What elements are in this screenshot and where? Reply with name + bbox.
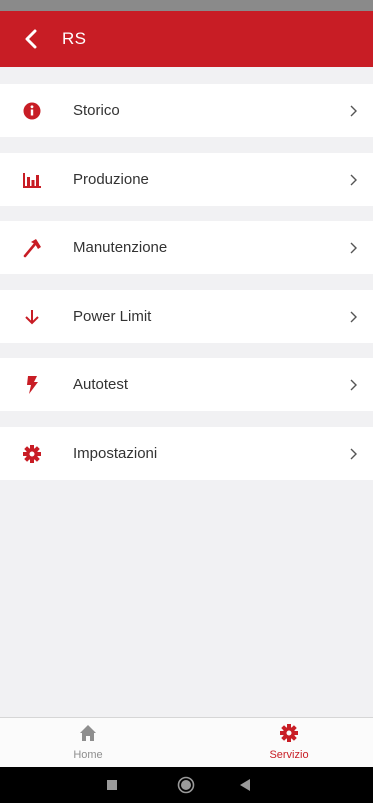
- menu-item-impostazioni[interactable]: Impostazioni: [0, 427, 373, 480]
- menu-item-label: Manutenzione: [73, 239, 168, 256]
- app-header: RS: [0, 11, 373, 67]
- lightning-icon: [22, 375, 42, 395]
- menu-item-label: Impostazioni: [73, 445, 158, 462]
- menu-item-label: Produzione: [73, 171, 149, 188]
- menu-item-label: Autotest: [73, 376, 129, 393]
- menu-item-label: Storico: [73, 102, 120, 119]
- chevron-right-icon: [349, 378, 359, 392]
- nav-servizio[interactable]: Servizio: [229, 718, 349, 768]
- chevron-right-icon: [349, 447, 359, 461]
- nav-home[interactable]: Home: [28, 718, 148, 768]
- arrow-down-icon: [22, 307, 42, 327]
- nav-servizio-label: Servizio: [269, 749, 309, 761]
- square-icon: [107, 780, 117, 790]
- status-bar: [0, 0, 373, 11]
- menu-item-storico[interactable]: Storico: [0, 84, 373, 137]
- info-circle-icon: [22, 101, 42, 121]
- gear-icon: [22, 444, 42, 464]
- home-icon: [80, 725, 96, 741]
- triangle-back-icon: [240, 779, 250, 791]
- back-system-button[interactable]: [236, 776, 254, 794]
- system-navigation-bar: [0, 767, 373, 803]
- home-system-button[interactable]: [177, 776, 195, 794]
- page-title: RS: [62, 29, 87, 48]
- chevron-left-icon: [25, 29, 37, 49]
- bar-chart-icon: [22, 170, 42, 190]
- menu-item-manutenzione[interactable]: Manutenzione: [0, 221, 373, 274]
- gear-icon: [280, 724, 298, 742]
- back-button[interactable]: [0, 11, 62, 67]
- chevron-right-icon: [349, 104, 359, 118]
- chevron-right-icon: [349, 241, 359, 255]
- bottom-navigation: Home Servizio: [0, 717, 373, 768]
- menu-item-label: Power Limit: [73, 308, 152, 325]
- chevron-right-icon: [349, 310, 359, 324]
- menu-item-produzione[interactable]: Produzione: [0, 153, 373, 206]
- menu-item-power-limit[interactable]: Power Limit: [0, 290, 373, 343]
- recents-button[interactable]: [103, 776, 121, 794]
- nav-home-label: Home: [73, 749, 103, 761]
- hammer-icon: [22, 238, 42, 258]
- circle-icon: [177, 776, 195, 794]
- menu-item-autotest[interactable]: Autotest: [0, 358, 373, 411]
- chevron-right-icon: [349, 173, 359, 187]
